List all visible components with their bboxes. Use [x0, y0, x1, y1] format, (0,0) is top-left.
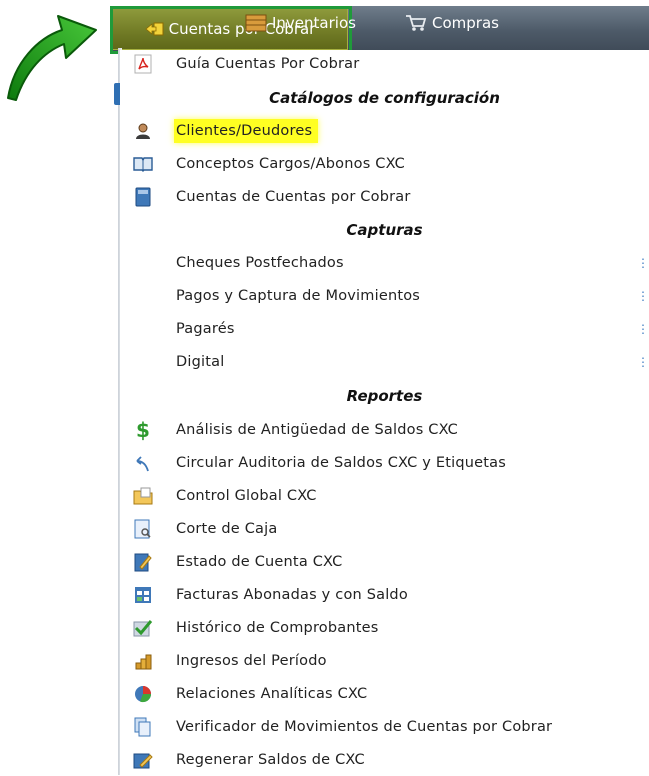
section-title-reportes: Reportes: [346, 386, 423, 405]
menu-item-regenerar-saldos[interactable]: Regenerar Saldos de CXC: [120, 743, 649, 776]
menu-item-pagares[interactable]: Pagarés ⋮: [120, 312, 649, 345]
menu-item-label: Cuentas de Cuentas por Cobrar: [176, 188, 411, 205]
green-arrow-icon: [7, 15, 97, 101]
menu-item-label: Clientes/Deudores: [174, 118, 319, 143]
menu-item-label: Pagos y Captura de Movimientos: [176, 287, 421, 304]
menu-item-label: Relaciones Analíticas CXC: [176, 685, 368, 702]
menu-item-label: Verificador de Movimientos de Cuentas po…: [176, 718, 553, 735]
menu-item-historico-comprobantes[interactable]: Histórico de Comprobantes: [120, 611, 649, 644]
submenu-indicator-icon: ⋮: [637, 354, 649, 369]
spreadsheet-icon: [132, 584, 154, 606]
menu-item-verificador-movimientos[interactable]: Verificador de Movimientos de Cuentas po…: [120, 710, 649, 743]
menu-item-label: Corte de Caja: [176, 520, 278, 537]
menu-item-label: Histórico de Comprobantes: [176, 619, 379, 636]
menu-item-estado-de-cuenta[interactable]: Estado de Cuenta CXC: [120, 545, 649, 578]
menu-item-clientes-deudores[interactable]: Clientes/Deudores: [120, 114, 649, 147]
ledger-book-icon: [132, 186, 154, 208]
person-icon: [132, 120, 154, 142]
shelves-icon: [245, 14, 267, 32]
menu-tab-label: Compras: [432, 14, 499, 32]
menu-item-pagos-captura[interactable]: Pagos y Captura de Movimientos ⋮: [120, 279, 649, 312]
menu-item-circular-auditoria[interactable]: Circular Auditoria de Saldos CXC y Etiqu…: [120, 446, 649, 479]
section-title-catalogos: Catálogos de configuración: [269, 88, 500, 107]
menu-tab-inventarios[interactable]: Inventarios: [245, 0, 356, 46]
menu-item-analisis-antiguedad[interactable]: $ Análisis de Antigüedad de Saldos CXC: [120, 413, 649, 446]
menu-item-corte-de-caja[interactable]: Corte de Caja: [120, 512, 649, 545]
menu-tab-label: Inventarios: [272, 14, 356, 32]
submenu-indicator-icon: ⋮: [637, 288, 649, 303]
regenerate-edit-icon: [132, 749, 154, 771]
section-title-capturas: Capturas: [346, 220, 423, 239]
menu-item-label: Guía Cuentas Por Cobrar: [176, 55, 360, 72]
menu-tab-compras[interactable]: Compras: [405, 0, 499, 46]
pie-chart-icon: [132, 683, 154, 705]
menu-item-label: Facturas Abonadas y con Saldo: [176, 586, 408, 603]
menu-item-guia[interactable]: Guía Cuentas Por Cobrar: [120, 47, 649, 80]
edit-document-icon: [132, 551, 154, 573]
pdf-icon: [132, 53, 154, 75]
open-book-icon: [132, 153, 154, 175]
menu-item-label: Control Global CXC: [176, 487, 317, 504]
menu-item-label: Regenerar Saldos de CXC: [176, 751, 365, 768]
menu-item-relaciones-analiticas[interactable]: Relaciones Analíticas CXC: [120, 677, 649, 710]
document-search-icon: [132, 518, 154, 540]
menu-item-control-global[interactable]: Control Global CXC: [120, 479, 649, 512]
exit-door-icon: [145, 22, 164, 36]
checkmark-icon: [132, 617, 154, 639]
documents-copy-icon: [132, 716, 154, 738]
shopping-cart-icon: [406, 15, 427, 31]
dollar-sign-icon: $: [136, 418, 150, 442]
submenu-indicator-icon: ⋮: [637, 255, 649, 270]
menu-item-conceptos-cargos-abonos[interactable]: Conceptos Cargos/Abonos CXC: [120, 147, 649, 180]
menu-item-label: Estado de Cuenta CXC: [176, 553, 343, 570]
menu-item-label: Pagarés: [176, 320, 235, 337]
menu-item-label: Conceptos Cargos/Abonos CXC: [176, 155, 405, 172]
menu-item-digital[interactable]: Digital ⋮: [120, 345, 649, 378]
branch-arrow-icon: [132, 452, 154, 474]
menu-item-label: Cheques Postfechados: [176, 254, 344, 271]
menu-item-ingresos-periodo[interactable]: Ingresos del Período: [120, 644, 649, 677]
menu-item-facturas-abonadas[interactable]: Facturas Abonadas y con Saldo: [120, 578, 649, 611]
folder-document-icon: [132, 485, 154, 507]
cuentas-por-cobrar-dropdown: Guía Cuentas Por Cobrar Catálogos de con…: [120, 50, 649, 775]
menu-item-label: Ingresos del Período: [176, 652, 327, 669]
menu-item-cuentas-de-cuentas[interactable]: Cuentas de Cuentas por Cobrar: [120, 180, 649, 213]
coins-stack-icon: [132, 650, 154, 672]
menu-item-label: Digital: [176, 353, 225, 370]
menu-item-label: Análisis de Antigüedad de Saldos CXC: [176, 421, 458, 438]
menu-item-cheques-postfechados[interactable]: Cheques Postfechados ⋮: [120, 246, 649, 279]
submenu-indicator-icon: ⋮: [637, 321, 649, 336]
menu-item-label: Circular Auditoria de Saldos CXC y Etiqu…: [176, 454, 506, 471]
